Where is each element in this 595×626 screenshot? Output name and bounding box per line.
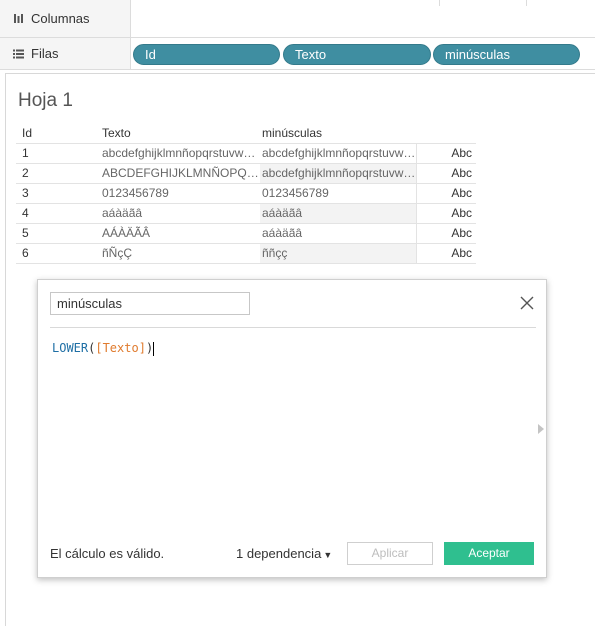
cell-id: 1 [22,146,29,160]
cell-id: 6 [22,246,29,260]
text-cursor [153,341,155,356]
formula-editor[interactable]: LOWER([Texto]) [52,341,155,356]
sheet-title: Hoja 1 [18,90,73,111]
header-texto[interactable]: Texto [102,126,131,144]
cell-minusculas: 0123456789 [260,184,416,203]
pill-minusculas[interactable]: minúsculas [433,44,580,65]
close-icon[interactable] [520,296,534,310]
table-row[interactable]: 2 ABCDEFGHIJKLMNÑOPQRSTUVWXYZ abcdefghij… [16,163,476,183]
cell-id: 5 [22,226,29,240]
validation-status: El cálculo es válido. [50,546,165,561]
cell-texto: ABCDEFGHIJKLMNÑOPQRSTUVWXYZ [102,166,260,180]
cell-abc: Abc [416,244,476,263]
formula-close-paren: ) [145,341,154,355]
dependencies-dropdown[interactable]: 1 dependencia ▼ [236,546,332,561]
header-id[interactable]: Id [22,126,32,144]
cell-texto: AÁÀÄÃÂ [102,226,151,240]
table-row[interactable]: 4 aáàäãâ aáàäãâ Abc [16,203,476,223]
formula-field: [Texto] [95,341,146,355]
pill-id[interactable]: Id [133,44,280,65]
cell-minusculas: aáàäãâ [260,224,416,243]
columns-drop-area[interactable] [131,0,595,37]
formula-function: LOWER [52,341,89,355]
cell-id: 3 [22,186,29,200]
caret-down-icon: ▼ [323,550,333,560]
cell-minusculas: abcdefghijklmnñopqrstuvwxyz [260,144,416,163]
cell-texto: 0123456789 [102,186,169,200]
cell-minusculas: aáàäãâ [260,204,416,223]
table-row[interactable]: 6 ñÑçÇ ññçç Abc [16,243,476,264]
table-row[interactable]: 1 abcdefghijklmnñopqrstuvwxyz abcdefghij… [16,143,476,163]
cell-abc: Abc [416,164,476,183]
cell-abc: Abc [416,204,476,223]
cell-id: 4 [22,206,29,220]
header-minusculas[interactable]: minúsculas [262,126,322,144]
cell-id: 2 [22,166,29,180]
cell-minusculas: ññçç [260,244,416,263]
pill-texto[interactable]: Texto [283,44,431,65]
columns-label-text: Columnas [31,11,90,26]
cell-minusculas: abcdefghijklmnñopqrstuvwxyz [260,164,416,183]
table-row[interactable]: 3 0123456789 0123456789 Abc [16,183,476,203]
cell-texto: ñÑçÇ [102,246,133,260]
cell-texto: aáàäãâ [102,206,143,220]
columns-icon [12,13,24,24]
accept-button[interactable]: Aceptar [444,542,534,565]
rows-label-text: Filas [31,46,59,61]
columns-shelf[interactable]: Columnas [0,0,595,38]
cell-abc: Abc [416,184,476,203]
cell-texto: abcdefghijklmnñopqrstuvwxyz [102,146,260,160]
triangle-right-icon[interactable] [537,422,545,434]
table-row[interactable]: 5 AÁÀÄÃÂ aáàäãâ Abc [16,223,476,243]
rows-shelf-label: Filas [0,38,131,69]
dialog-divider [50,327,536,328]
calculation-name-field[interactable]: minúsculas [50,292,250,315]
cell-abc: Abc [416,144,476,163]
cell-abc: Abc [416,224,476,243]
dependencies-label: 1 dependencia [236,546,322,561]
rows-icon [12,49,24,59]
calculation-dialog: minúsculas LOWER([Texto]) El cálculo es … [37,279,547,578]
columns-shelf-label: Columnas [0,0,131,37]
apply-button[interactable]: Aplicar [347,542,433,565]
rows-shelf[interactable]: Filas Id Texto minúsculas [0,38,595,70]
